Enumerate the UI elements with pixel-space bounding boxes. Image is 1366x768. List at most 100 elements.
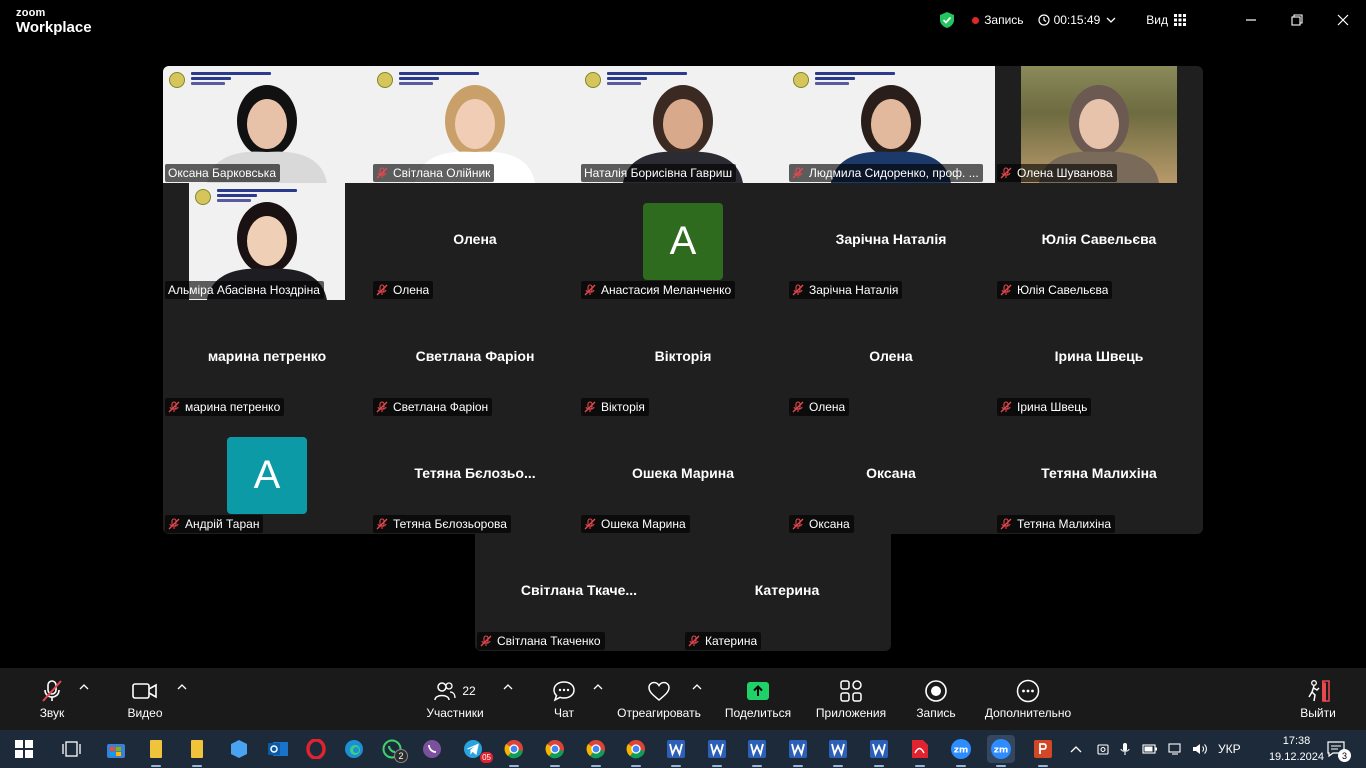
participant-name: Оксана — [809, 517, 850, 531]
microphone-muted-icon — [1000, 284, 1012, 296]
participant-tile[interactable]: Людмила Сидоренко, проф. ... — [787, 66, 995, 183]
participant-name-label: марина петренко — [165, 398, 285, 416]
participants-options-chevron-icon[interactable] — [503, 684, 513, 690]
svg-text:zm: zm — [994, 746, 1009, 756]
video-button[interactable]: Видео — [123, 668, 167, 730]
participant-tile[interactable]: Наталія Борисівна Гавриш — [579, 66, 787, 183]
participant-name: Олена — [393, 283, 430, 297]
task-view-button[interactable] — [57, 735, 85, 763]
participant-tile[interactable]: Оксана Оксана — [787, 417, 995, 534]
chrome-icon — [545, 740, 564, 759]
participant-tile[interactable]: Олена Олена — [787, 300, 995, 417]
participant-tile[interactable]: Олена Олена — [371, 183, 579, 300]
chat-options-chevron-icon[interactable] — [593, 684, 603, 690]
pdf-icon — [912, 740, 928, 758]
battery-icon[interactable] — [1142, 743, 1158, 755]
participant-tile[interactable]: Світлана Ткаче... Світлана Ткаченко — [475, 534, 683, 651]
word-icon — [708, 740, 726, 758]
taskbar-chrome-4[interactable] — [622, 735, 650, 767]
react-button[interactable]: Отреагировать — [614, 668, 704, 730]
leave-button[interactable]: Выйти — [1296, 668, 1340, 730]
video-options-chevron-icon[interactable] — [177, 684, 187, 690]
taskbar-word-6[interactable] — [865, 735, 893, 767]
leave-door-icon — [1308, 680, 1330, 702]
participant-name: Світлана Олійник — [393, 166, 491, 180]
windows-start-button[interactable] — [10, 735, 38, 763]
audio-label: Звук — [39, 706, 65, 720]
volume-icon[interactable] — [1192, 742, 1208, 756]
minimize-button[interactable] — [1228, 0, 1274, 40]
taskbar-word-5[interactable] — [824, 735, 852, 767]
taskbar-whatsapp[interactable]: 2 — [378, 735, 408, 763]
maximize-button[interactable] — [1274, 0, 1320, 40]
participant-tile[interactable]: Тетяна Малихіна Тетяна Малихіна — [995, 417, 1203, 534]
taskbar-powerpoint[interactable] — [1029, 735, 1057, 767]
more-button[interactable]: Дополнительно — [980, 668, 1076, 730]
taskbar-app-blue[interactable] — [225, 735, 253, 763]
recording-indicator[interactable]: Запись — [972, 13, 1024, 27]
taskbar-zoom-1[interactable]: zm — [947, 735, 975, 767]
taskbar-file-explorer-2[interactable] — [183, 735, 211, 767]
participant-tile[interactable]: Ошека Марина Ошека Марина — [579, 417, 787, 534]
participant-tile[interactable]: A Андрій Таран — [163, 417, 371, 534]
taskbar-chrome-3[interactable] — [582, 735, 610, 767]
audio-button[interactable]: Звук — [30, 668, 74, 730]
participant-name: марина петренко — [185, 400, 281, 414]
participant-tile[interactable]: A Анастасия Меланченко — [579, 183, 787, 300]
microphone-tray-icon[interactable] — [1120, 742, 1130, 756]
audio-options-chevron-icon[interactable] — [79, 684, 89, 690]
notifications-button[interactable]: 3 — [1322, 735, 1351, 763]
taskbar-store[interactable] — [102, 735, 130, 763]
chevron-up-icon[interactable] — [1070, 745, 1082, 753]
participant-tile[interactable]: Альміра Абасівна Ноздріна — [163, 183, 371, 300]
taskbar-edge[interactable] — [340, 735, 368, 763]
record-button[interactable]: Запись — [908, 668, 964, 730]
participant-name-label: Юлія Савельєва — [997, 281, 1113, 299]
taskbar-viber[interactable] — [418, 735, 446, 763]
participant-tile[interactable]: марина петренко марина петренко — [163, 300, 371, 417]
participant-tile[interactable]: Юлія Савельєва Юлія Савельєва — [995, 183, 1203, 300]
participant-name: Альміра Абасівна Ноздріна — [168, 283, 320, 297]
taskbar-zoom-2[interactable]: zm — [987, 735, 1015, 767]
camera-tray-icon[interactable] — [1096, 742, 1110, 756]
taskbar-telegram[interactable]: 05 — [459, 735, 493, 763]
taskbar-chrome-1[interactable] — [500, 735, 528, 767]
shield-check-icon[interactable] — [938, 11, 956, 29]
participant-name: Светлана Фаріон — [393, 400, 489, 414]
language-indicator[interactable]: УКР — [1218, 742, 1241, 756]
taskbar-chrome-2[interactable] — [541, 735, 569, 767]
taskbar-word-1[interactable] — [662, 735, 690, 767]
taskbar-word-2[interactable] — [703, 735, 731, 767]
chrome-icon — [586, 740, 605, 759]
participants-button[interactable]: 22 Участники — [424, 668, 486, 730]
participant-tile[interactable]: Оксана Барковська — [163, 66, 371, 183]
apps-button[interactable]: Приложения — [812, 668, 890, 730]
network-icon[interactable] — [1168, 742, 1184, 756]
participant-tile[interactable]: Світлана Олійник — [371, 66, 579, 183]
meeting-timer[interactable]: 00:15:49 — [1037, 13, 1121, 27]
participant-name-label: Зарічна Наталія — [789, 281, 903, 299]
participant-name-label: Анастасия Меланченко — [581, 281, 736, 299]
chat-button[interactable]: Чат — [546, 668, 582, 730]
share-screen-button[interactable]: Поделиться — [722, 668, 794, 730]
participant-tile[interactable]: Тетяна Бєлозьо... Тетяна Бєлозьорова — [371, 417, 579, 534]
view-button[interactable]: Вид — [1146, 13, 1186, 27]
microphone-muted-icon — [584, 284, 596, 296]
participant-tile[interactable]: Ірина Швець Ірина Швець — [995, 300, 1203, 417]
participant-tile[interactable]: Олена Шуванова — [995, 66, 1203, 183]
taskbar-outlook[interactable] — [264, 735, 292, 763]
taskbar-pdf[interactable] — [906, 735, 934, 767]
react-options-chevron-icon[interactable] — [692, 684, 702, 690]
participant-tile[interactable]: Катерина Катерина — [683, 534, 891, 651]
taskbar-clock[interactable]: 17:38 19.12.2024 — [1269, 733, 1324, 765]
participant-tile[interactable]: Зарічна Наталія Зарічна Наталія — [787, 183, 995, 300]
taskbar-file-explorer-1[interactable] — [142, 735, 170, 767]
taskbar-word-4[interactable] — [784, 735, 812, 767]
microphone-muted-icon — [1000, 167, 1012, 179]
participant-tile[interactable]: Светлана Фаріон Светлана Фаріон — [371, 300, 579, 417]
close-button[interactable] — [1320, 0, 1366, 40]
more-label: Дополнительно — [984, 706, 1072, 720]
participant-tile[interactable]: Вікторія Вікторія — [579, 300, 787, 417]
taskbar-opera[interactable] — [302, 735, 330, 763]
taskbar-word-3[interactable] — [743, 735, 771, 767]
